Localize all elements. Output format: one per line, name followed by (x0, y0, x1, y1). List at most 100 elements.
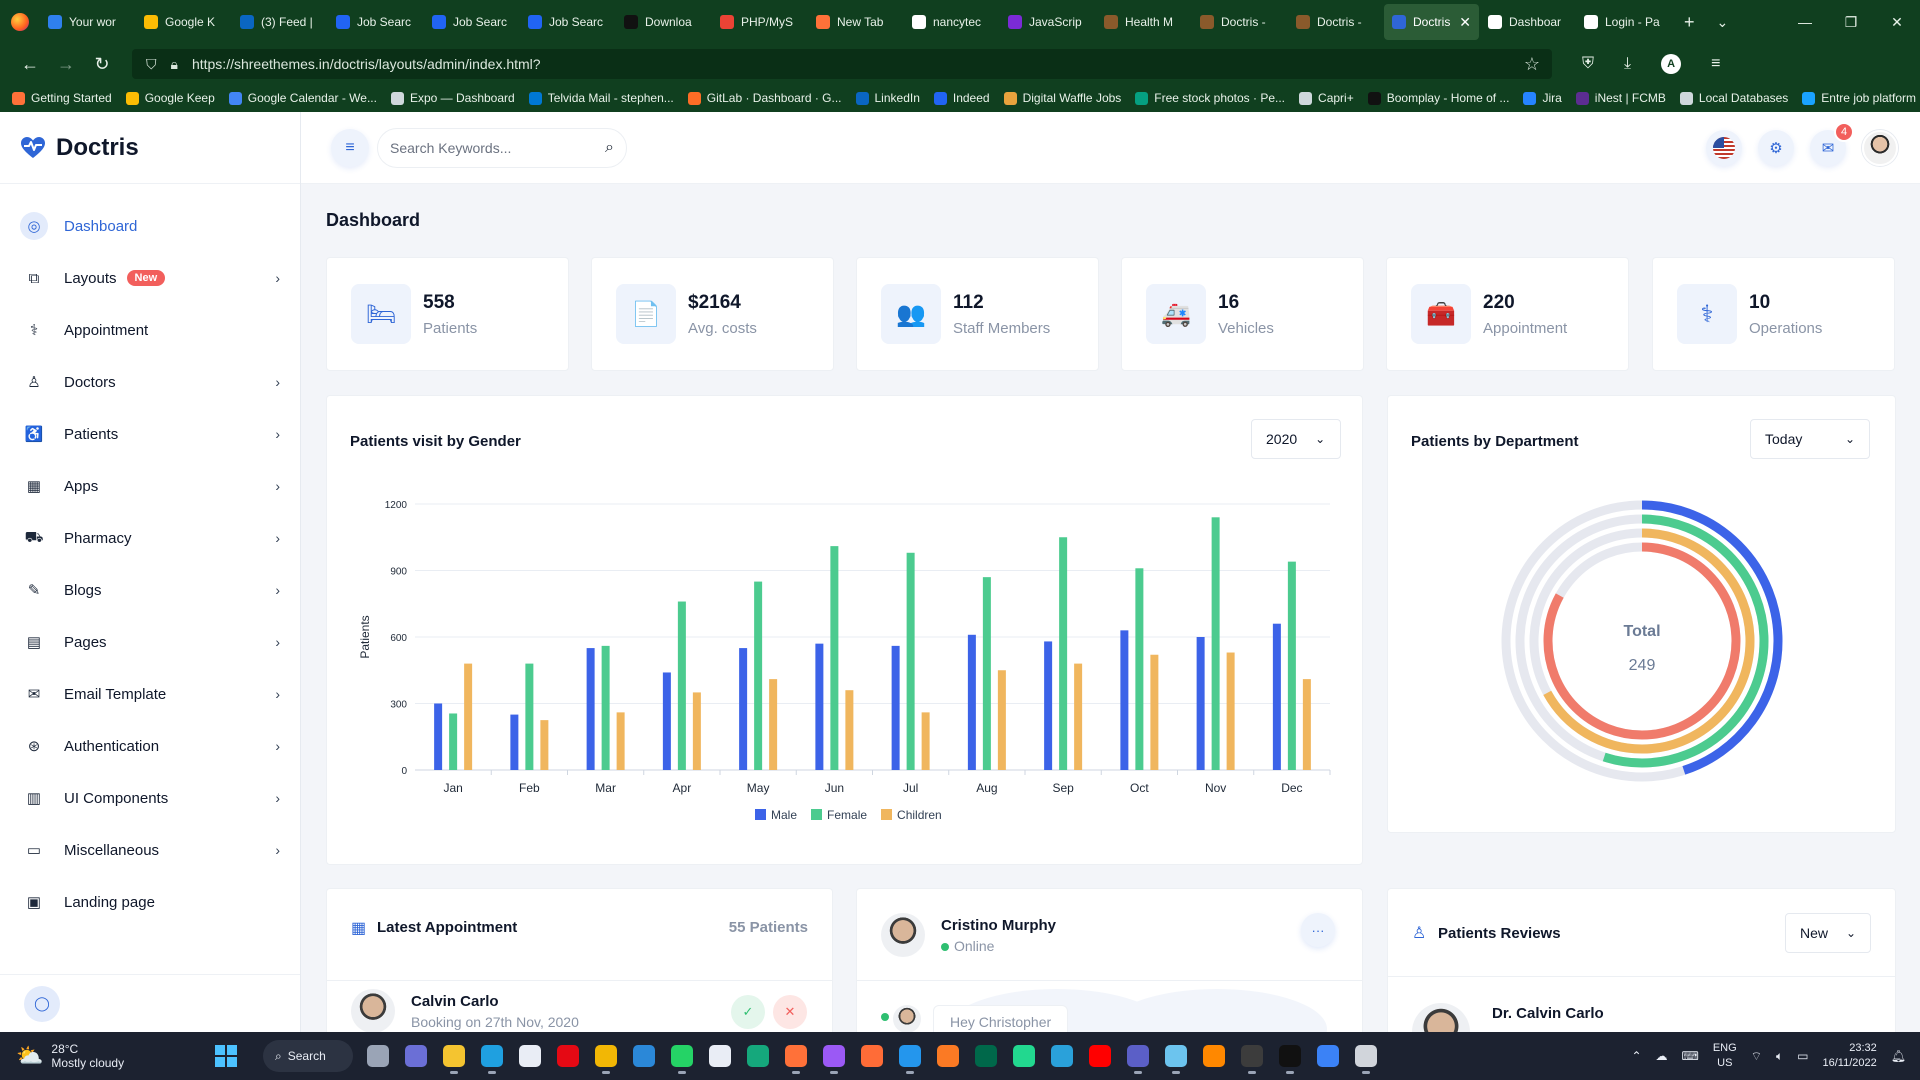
snipping-tool-icon[interactable] (633, 1045, 655, 1067)
clock[interactable]: 23:32 16/11/2022 (1823, 1041, 1877, 1071)
bookmark-item[interactable]: LinkedIn (855, 91, 920, 105)
bookmark-item[interactable]: Boomplay - Home of ... (1367, 91, 1509, 105)
sidebar-item-dashboard[interactable]: ◎ Dashboard (0, 200, 300, 252)
messages-button[interactable]: ✉ 4 (1810, 121, 1854, 166)
bar-children-apr[interactable] (692, 692, 701, 770)
slack-icon[interactable] (709, 1045, 731, 1067)
git-icon[interactable] (747, 1045, 769, 1067)
search-icon[interactable]: ⌕ (605, 139, 614, 157)
bar-female-apr[interactable] (677, 601, 686, 770)
bookmark-item[interactable]: Capri+ (1299, 91, 1354, 105)
reject-x-icon[interactable]: ✕ (773, 995, 807, 1029)
bar-female-jan[interactable] (449, 713, 458, 770)
firefox-menu-icon[interactable] (0, 0, 40, 44)
close-window-icon[interactable]: ✕ (1874, 14, 1920, 31)
bar-female-dec[interactable] (1287, 561, 1296, 770)
youtube-icon[interactable] (1089, 1045, 1111, 1067)
sidebar-item-ui-components[interactable]: ▥ UI Components › (0, 772, 300, 824)
bar-female-jul[interactable] (906, 552, 915, 770)
list-tabs-icon[interactable]: ⌄ (1717, 14, 1729, 31)
weather-widget[interactable]: ⛅ 28°C Mostly cloudy (0, 1042, 215, 1070)
teams-icon[interactable] (1127, 1045, 1149, 1074)
wifi-icon[interactable]: ⌔ (1751, 1049, 1762, 1064)
phpstorm-icon[interactable] (823, 1045, 845, 1074)
vlc-icon[interactable] (1203, 1045, 1225, 1067)
bookmark-item[interactable]: Google Calendar - We... (228, 91, 377, 105)
bar-children-aug[interactable] (997, 670, 1006, 770)
volume-icon[interactable]: 🔈︎ (1776, 1049, 1783, 1064)
reload-icon[interactable]: ↻ (84, 54, 120, 75)
bar-male-nov[interactable] (1196, 637, 1205, 770)
browser-tab[interactable]: nancytec (904, 4, 999, 40)
sidebar-item-appointment[interactable]: ⚕ Appointment (0, 304, 300, 356)
bar-female-aug[interactable] (982, 577, 991, 770)
bookmark-item[interactable]: Jira (1523, 91, 1562, 105)
bar-children-feb[interactable] (540, 720, 549, 770)
stat-card[interactable]: 🧰 220 Appointment (1386, 257, 1629, 371)
sidebar-item-patients[interactable]: ♿ Patients › (0, 408, 300, 460)
whatsapp-icon[interactable] (671, 1045, 693, 1074)
battery-icon[interactable]: ▭ (1797, 1049, 1808, 1063)
browser-tab[interactable]: Google K (136, 4, 231, 40)
sidebar-item-pages[interactable]: ▤ Pages › (0, 616, 300, 668)
browser-tab[interactable]: Health M (1096, 4, 1191, 40)
bookmark-item[interactable]: Getting Started (12, 91, 112, 105)
edge-icon[interactable] (481, 1045, 503, 1074)
year-select[interactable]: 2020 ⌄ (1251, 419, 1341, 459)
stat-card[interactable]: ⚕ 10 Operations (1652, 257, 1895, 371)
new-tab-icon[interactable]: + (1684, 12, 1695, 33)
browser-tab[interactable]: Doctris ✕ (1384, 4, 1479, 40)
notifications-icon[interactable]: 🔔︎ (1891, 1049, 1906, 1063)
browser-tab[interactable]: PHP/MyS (712, 4, 807, 40)
notepad-icon[interactable] (1165, 1045, 1187, 1074)
bar-male-aug[interactable] (967, 634, 976, 770)
pocket-icon[interactable]: ⛨ (1582, 55, 1594, 73)
legend-item-children[interactable]: Children (881, 808, 942, 822)
restore-icon[interactable]: ❐ (1828, 14, 1874, 31)
browser-tab[interactable]: Doctris - (1192, 4, 1287, 40)
taskbar-search[interactable]: ⌕ Search (263, 1040, 353, 1072)
bookmark-item[interactable]: Free stock photos · Pe... (1135, 91, 1285, 105)
sidebar-item-apps[interactable]: ▦ Apps › (0, 460, 300, 512)
sidebar-item-landing-page[interactable]: ▣ Landing page (0, 876, 300, 928)
bar-children-jan[interactable] (464, 663, 473, 770)
url-text[interactable]: https://shreethemes.in/doctris/layouts/a… (192, 56, 541, 72)
bar-children-oct[interactable] (1150, 654, 1159, 770)
browser-tab[interactable]: Login - Pa (1576, 4, 1671, 40)
language-button[interactable] (1706, 129, 1742, 166)
file-explorer-icon[interactable] (443, 1045, 465, 1074)
firefox-icon[interactable] (785, 1045, 807, 1074)
widgets-icon[interactable] (1355, 1045, 1377, 1074)
search-input[interactable] (390, 139, 606, 156)
sidebar-item-layouts[interactable]: ⧉ Layouts New › (0, 252, 300, 304)
browser-tab[interactable]: Dashboar (1480, 4, 1575, 40)
bookmark-item[interactable]: GitLab · Dashboard · G... (687, 91, 842, 105)
bar-female-feb[interactable] (525, 663, 534, 770)
start-windows-icon[interactable] (215, 1045, 237, 1067)
bar-male-sep[interactable] (1044, 641, 1053, 770)
bookmark-star-icon[interactable]: ☆ (1524, 54, 1540, 75)
bar-male-jun[interactable] (815, 643, 824, 770)
shield-icon[interactable]: ⛉ (146, 56, 157, 73)
bar-female-mar[interactable] (601, 645, 610, 770)
bar-children-may[interactable] (769, 679, 778, 770)
minimize-icon[interactable]: — (1782, 14, 1828, 31)
stat-card[interactable]: 👥 112 Staff Members (856, 257, 1099, 371)
bar-female-nov[interactable] (1211, 517, 1220, 770)
cmd-icon[interactable] (1279, 1045, 1301, 1074)
sidebar-item-email-template[interactable]: ✉ Email Template › (0, 668, 300, 720)
close-tab-icon[interactable]: ✕ (1459, 14, 1471, 31)
bookmark-item[interactable]: Indeed (933, 91, 990, 105)
bar-male-feb[interactable] (510, 714, 519, 770)
accept-check-icon[interactable]: ✓ (731, 995, 765, 1029)
chat-contact[interactable]: Cristino Murphy Online (881, 913, 1056, 957)
bar-children-nov[interactable] (1226, 652, 1235, 770)
language-indicator[interactable]: ENG US (1713, 1041, 1737, 1071)
browser-tab[interactable]: (3) Feed | (232, 4, 327, 40)
browser-tab[interactable]: JavaScrip (1000, 4, 1095, 40)
bar-male-may[interactable] (739, 648, 748, 770)
chat-bubble-icon[interactable]: ◯ (24, 985, 60, 1022)
bookmark-item[interactable]: Google Keep (125, 91, 215, 105)
telegram-icon[interactable] (1051, 1045, 1073, 1067)
user-avatar[interactable] (1862, 129, 1898, 166)
